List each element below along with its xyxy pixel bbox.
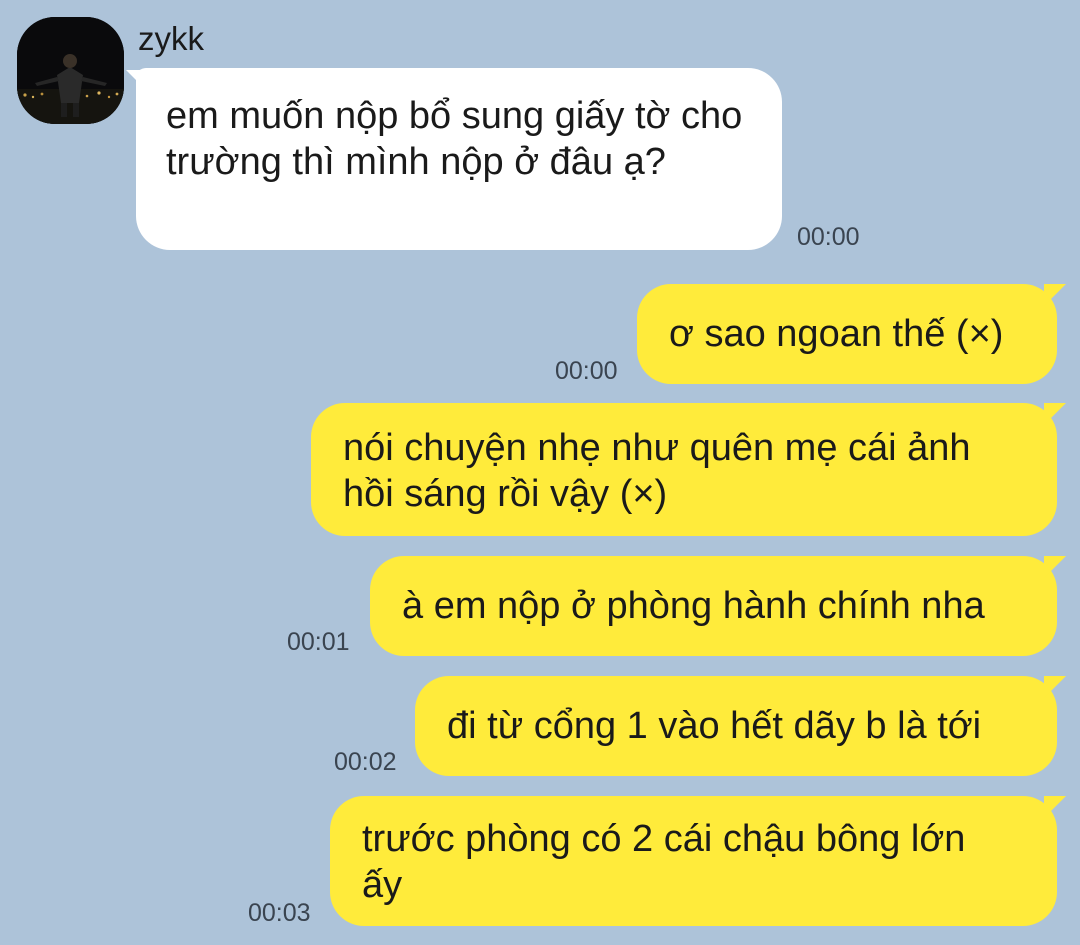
message-text: à em nộp ở phòng hành chính nha: [402, 585, 985, 627]
contact-name: zykk: [138, 20, 204, 57]
outgoing-bubble-tail: [1044, 403, 1066, 425]
message-timestamp: 00:00: [797, 223, 860, 251]
incoming-message-bubble[interactable]: em muốn nộp bổ sung giấy tờ cho trường t…: [136, 68, 782, 250]
message-timestamp: 00:02: [334, 748, 397, 776]
outgoing-bubble-tail: [1044, 676, 1066, 698]
outgoing-message-bubble[interactable]: à em nộp ở phòng hành chính nha: [370, 556, 1057, 656]
message-timestamp: 00:03: [248, 899, 311, 927]
outgoing-message-bubble[interactable]: nói chuyện nhẹ như quên mẹ cái ảnh hồi s…: [311, 403, 1057, 536]
outgoing-message-bubble[interactable]: trước phòng có 2 cái chậu bông lớn ấy: [330, 796, 1057, 926]
message-text: ơ sao ngoan thế (×): [669, 313, 1004, 355]
avatar-photo-icon: [17, 17, 124, 124]
message-text-line: nói chuyện nhẹ như quên mẹ cái ảnh: [343, 427, 971, 469]
outgoing-message-bubble[interactable]: ơ sao ngoan thế (×): [637, 284, 1057, 384]
message-text: đi từ cổng 1 vào hết dãy b là tới: [447, 705, 982, 747]
outgoing-bubble-tail: [1044, 284, 1066, 306]
message-text-line: hồi sáng rồi vậy (×): [343, 473, 668, 515]
outgoing-bubble-tail: [1044, 796, 1066, 818]
message-text-line: ấy: [362, 864, 403, 906]
outgoing-bubble-tail: [1044, 556, 1066, 578]
message-text: em muốn nộp bổ sung giấy tờ cho trường t…: [166, 95, 743, 183]
message-timestamp: 00:00: [555, 357, 618, 385]
message-timestamp: 00:01: [287, 628, 350, 656]
outgoing-message-bubble[interactable]: đi từ cổng 1 vào hết dãy b là tới: [415, 676, 1057, 776]
contact-avatar[interactable]: [17, 17, 124, 124]
message-text-line: trước phòng có 2 cái chậu bông lớn: [362, 818, 966, 860]
